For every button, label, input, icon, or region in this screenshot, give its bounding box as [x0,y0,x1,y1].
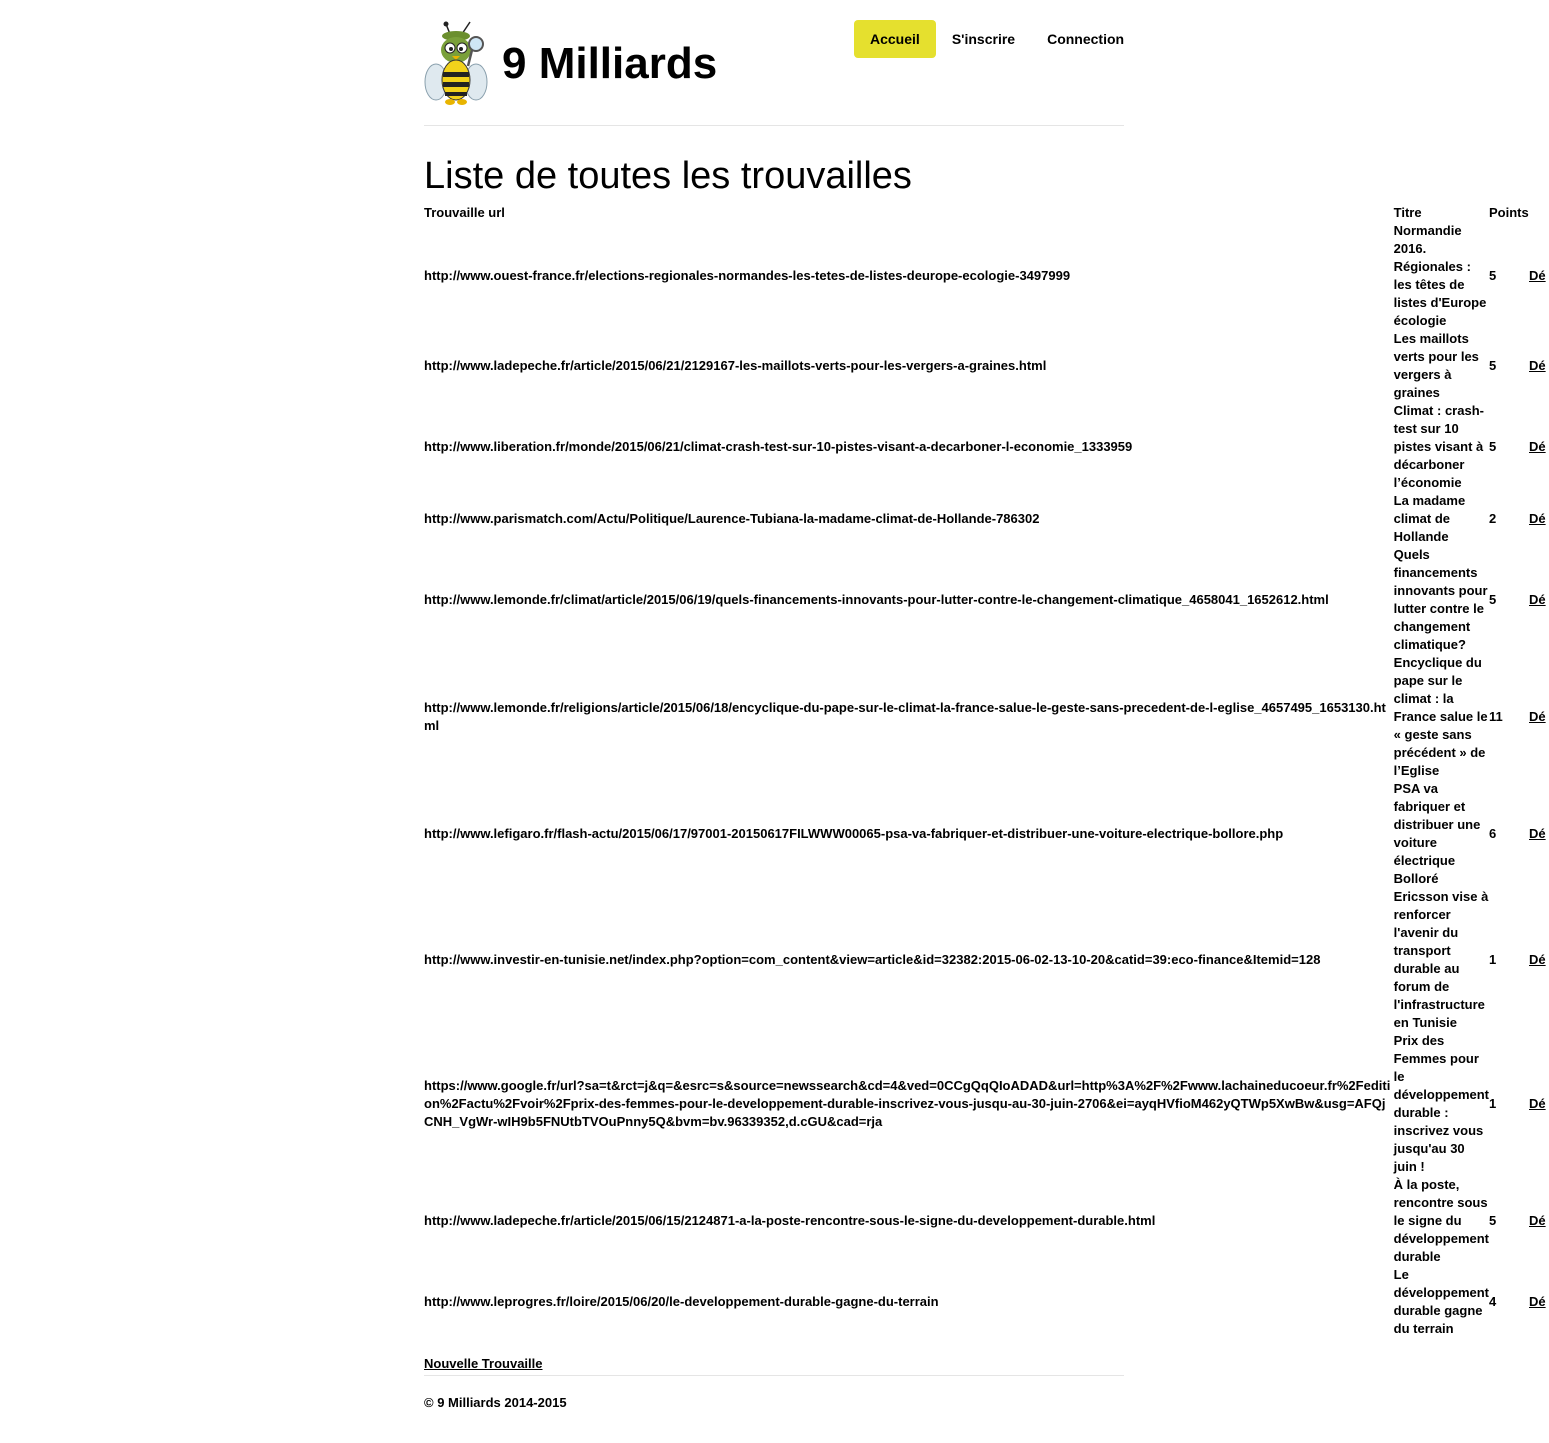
nav-sinscrire[interactable]: S'inscrire [936,20,1031,58]
row-url: http://www.lemonde.fr/climat/article/201… [424,592,1329,607]
row-action-cell: Dé [1529,1266,1549,1338]
row-titre: À la poste, rencontre sous le signe du d… [1393,1177,1490,1264]
row-points: 1 [1489,952,1497,967]
row-action-cell: Dé [1529,780,1549,888]
row-points: 5 [1489,439,1497,454]
row-action-cell: Dé [1529,888,1549,1032]
column-header-action [1529,204,1549,222]
row-url: http://www.ladepeche.fr/article/2015/06/… [424,358,1047,373]
footer-copyright: © 9 Milliards 2014-2015 [424,1395,567,1410]
row-url: http://www.ouest-france.fr/elections-reg… [424,268,1071,283]
row-action-cell: Dé [1529,1176,1549,1266]
row-url: http://www.leprogres.fr/loire/2015/06/20… [424,1294,939,1309]
finds-table: Trouvaille url Titre Points http://www.o… [424,204,1549,1338]
row-action-link[interactable]: Dé [1529,826,1546,841]
page-title: Liste de toutes les trouvailles [424,155,912,197]
nav-accueil[interactable]: Accueil [854,20,936,58]
row-action-cell: Dé [1529,402,1549,492]
row-titre: Prix des Femmes pour le développement du… [1393,1033,1490,1174]
table-row: http://www.ladepeche.fr/article/2015/06/… [424,1176,1549,1266]
row-titre: Encyclique du pape sur le climat : la Fr… [1393,655,1488,778]
row-points: 1 [1489,1096,1497,1111]
row-url: http://www.liberation.fr/monde/2015/06/2… [424,439,1133,454]
new-find-link[interactable]: Nouvelle Trouvaille [424,1356,543,1371]
row-action-cell: Dé [1529,1032,1549,1176]
row-points: 11 [1489,709,1503,724]
row-action-cell: Dé [1529,492,1549,546]
row-action-link[interactable]: Dé [1529,1213,1546,1228]
row-points: 5 [1489,268,1497,283]
row-titre: Normandie 2016. Régionales : les têtes d… [1393,223,1487,328]
column-header-url: Trouvaille url [424,205,505,220]
row-titre: Le développement durable gagne du terrai… [1393,1267,1490,1336]
column-header-titre: Titre [1393,205,1422,220]
row-action-link[interactable]: Dé [1529,952,1546,967]
page-container: 9 Milliards Accueil S'inscrire Connectio… [424,0,1549,1410]
row-action-link[interactable]: Dé [1529,1294,1546,1309]
table-row: http://www.parismatch.com/Actu/Politique… [424,492,1549,546]
row-titre: Quels financements innovants pour lutter… [1393,547,1488,652]
row-url: https://www.google.fr/url?sa=t&rct=j&q=&… [424,1078,1391,1129]
row-url: http://www.investir-en-tunisie.net/index… [424,952,1321,967]
row-url: http://www.parismatch.com/Actu/Politique… [424,511,1040,526]
row-titre: PSA va fabriquer et distribuer une voitu… [1393,781,1481,886]
row-action-link[interactable]: Dé [1529,709,1546,724]
table-row: http://www.leprogres.fr/loire/2015/06/20… [424,1266,1549,1338]
row-points: 6 [1489,826,1497,841]
table-row: http://www.lemonde.fr/religions/article/… [424,654,1549,780]
table-row: http://www.lefigaro.fr/flash-actu/2015/0… [424,780,1549,888]
row-points: 5 [1489,1213,1497,1228]
nav-connection[interactable]: Connection [1031,20,1140,58]
table-row: http://www.lemonde.fr/climat/article/201… [424,546,1549,654]
table-row: http://www.investir-en-tunisie.net/index… [424,888,1549,1032]
row-action-cell: Dé [1529,330,1549,402]
row-action-link[interactable]: Dé [1529,1096,1546,1111]
main-nav: Accueil S'inscrire Connection [854,20,1140,58]
row-url: http://www.lemonde.fr/religions/article/… [424,700,1386,733]
row-action-cell: Dé [1529,546,1549,654]
row-action-link[interactable]: Dé [1529,592,1546,607]
row-action-link[interactable]: Dé [1529,268,1546,283]
table-row: https://www.google.fr/url?sa=t&rct=j&q=&… [424,1032,1549,1176]
row-url: http://www.ladepeche.fr/article/2015/06/… [424,1213,1156,1228]
row-titre: La madame climat de Hollande [1393,493,1466,544]
site-header: 9 Milliards Accueil S'inscrire Connectio… [424,0,1124,126]
row-titre: Ericsson vise à renforcer l'avenir du tr… [1393,889,1489,1030]
row-points: 5 [1489,592,1497,607]
table-row: http://www.ouest-france.fr/elections-reg… [424,222,1549,330]
row-action-link[interactable]: Dé [1529,511,1546,526]
table-row: http://www.ladepeche.fr/article/2015/06/… [424,330,1549,402]
row-points: 2 [1489,511,1497,526]
table-row: http://www.liberation.fr/monde/2015/06/2… [424,402,1549,492]
row-action-link[interactable]: Dé [1529,358,1546,373]
row-action-cell: Dé [1529,222,1549,330]
row-points: 4 [1489,1294,1497,1309]
row-action-link[interactable]: Dé [1529,439,1546,454]
table-header-row: Trouvaille url Titre Points [424,204,1549,222]
footer-divider [424,1375,1124,1376]
site-brand[interactable]: 9 Milliards [502,38,717,90]
row-action-cell: Dé [1529,654,1549,780]
row-url: http://www.lefigaro.fr/flash-actu/2015/0… [424,826,1284,841]
row-titre: Les maillots verts pour les vergers à gr… [1393,331,1479,400]
column-header-points: Points [1489,205,1529,220]
bee-detective-icon[interactable] [424,20,490,106]
row-points: 5 [1489,358,1497,373]
row-titre: Climat : crash-test sur 10 pistes visant… [1393,403,1484,490]
